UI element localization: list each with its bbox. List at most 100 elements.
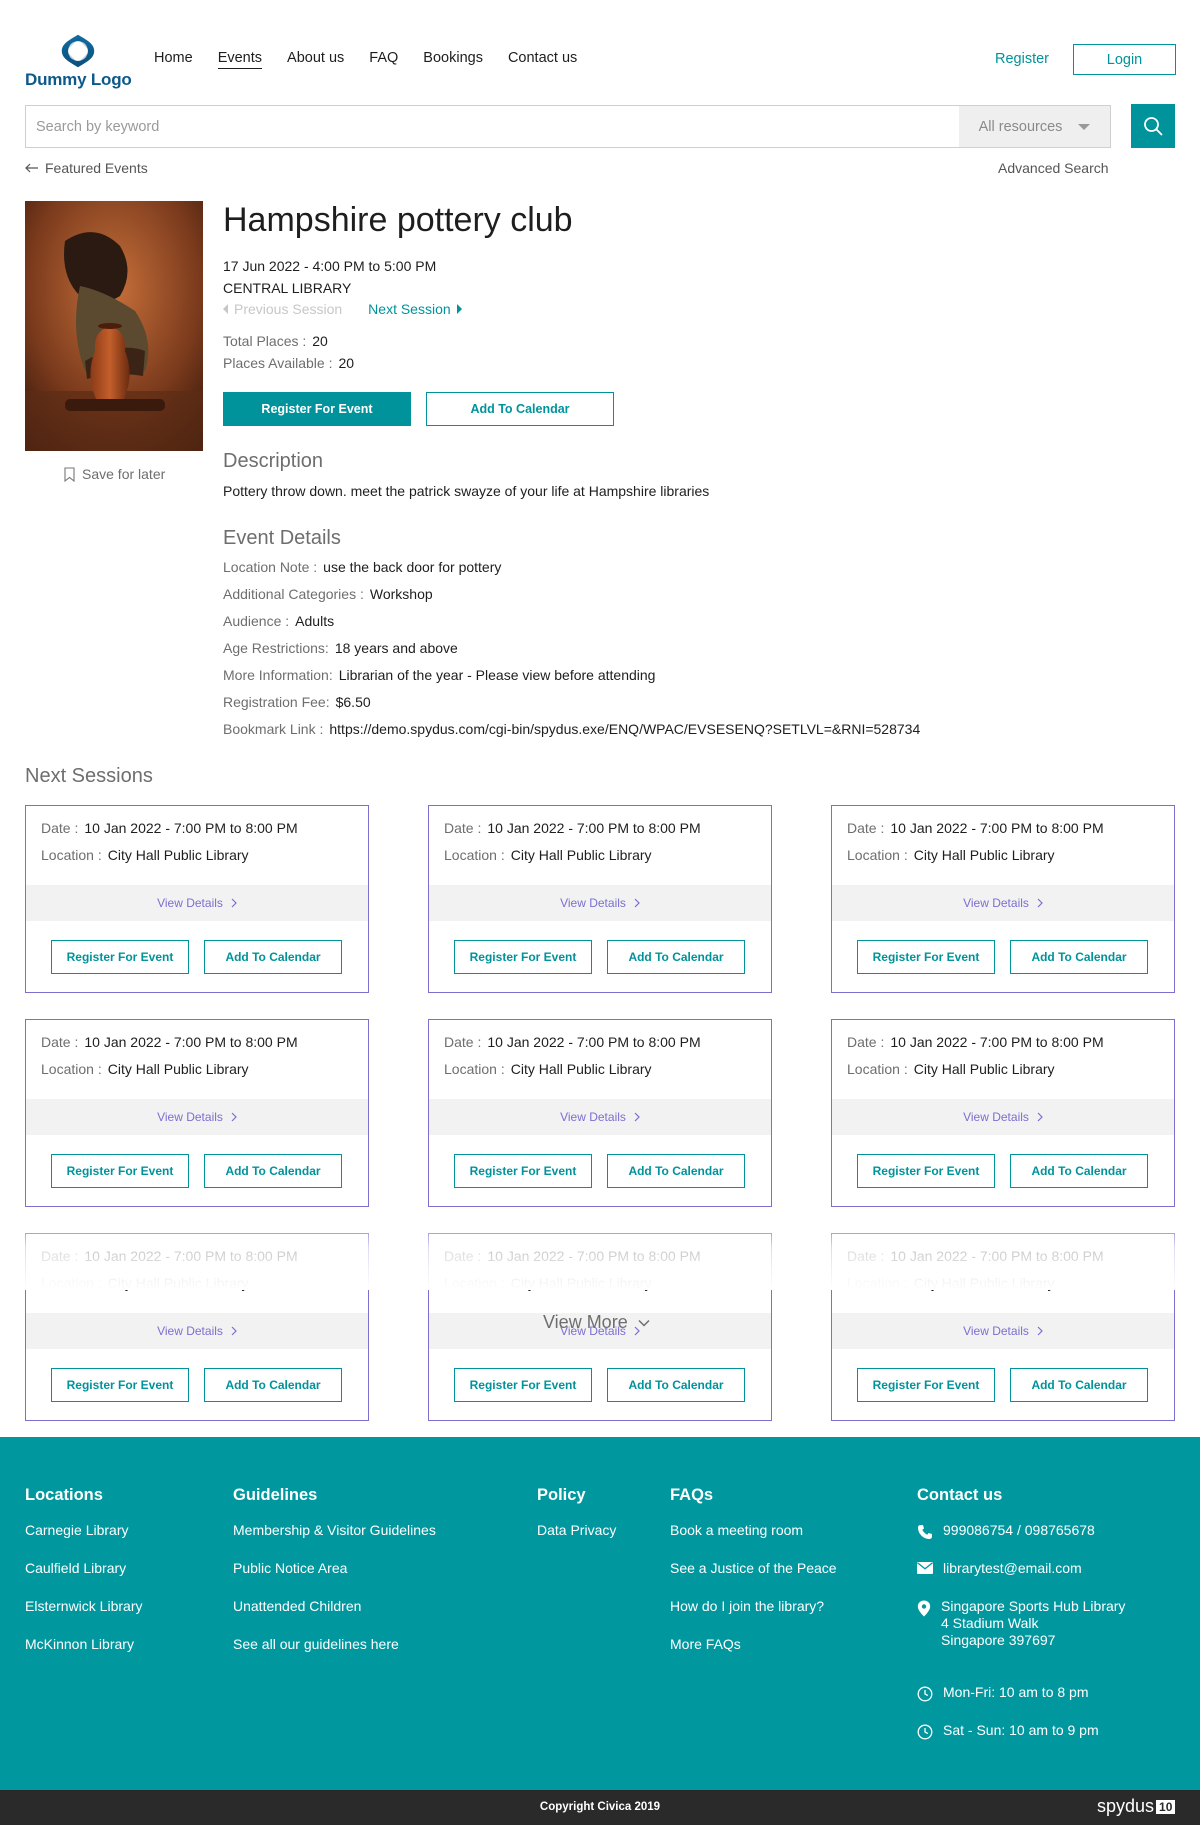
footer-link[interactable]: Unattended Children: [233, 1598, 436, 1636]
view-more-button[interactable]: View More: [543, 1312, 650, 1333]
nav-faq[interactable]: FAQ: [369, 50, 398, 69]
site-logo[interactable]: Dummy Logo: [25, 33, 132, 89]
nav-bookings[interactable]: Bookings: [423, 50, 483, 69]
session-add-to-calendar-button[interactable]: Add To Calendar: [607, 940, 745, 974]
footer-link[interactable]: Elsternwick Library: [25, 1598, 142, 1636]
clock-icon: [917, 1686, 933, 1702]
register-link[interactable]: Register: [995, 51, 1049, 67]
view-details-link[interactable]: View Details: [26, 1313, 368, 1349]
search-icon: [1144, 117, 1163, 136]
nav-events[interactable]: Events: [217, 50, 263, 69]
session-register-button[interactable]: Register For Event: [454, 940, 592, 974]
session-date: Date : 10 Jan 2022 - 7:00 PM to 8:00 PM: [847, 820, 1104, 836]
detail-additional-categories: Additional Categories : Workshop: [223, 586, 920, 613]
session-date-value: 10 Jan 2022 - 7:00 PM to 8:00 PM: [84, 820, 298, 836]
event-details-heading: Event Details: [223, 527, 341, 549]
footer-link[interactable]: Public Notice Area: [233, 1560, 436, 1598]
session-register-button[interactable]: Register For Event: [51, 940, 189, 974]
session-add-to-calendar-button[interactable]: Add To Calendar: [1010, 1154, 1148, 1188]
session-date: Date : 10 Jan 2022 - 7:00 PM to 8:00 PM: [444, 820, 701, 836]
footer-link[interactable]: McKinnon Library: [25, 1636, 142, 1674]
footer-link[interactable]: See all our guidelines here: [233, 1636, 436, 1674]
address-block: Singapore Sports Hub Library 4 Stadium W…: [941, 1598, 1125, 1684]
session-register-button[interactable]: Register For Event: [454, 1368, 592, 1402]
detail-label: Audience :: [223, 613, 290, 629]
nav-about-us[interactable]: About us: [287, 50, 344, 69]
view-details-link[interactable]: View Details: [26, 885, 368, 921]
footer-faqs: FAQs Book a meeting room See a Justice o…: [670, 1486, 837, 1674]
session-date-value: 10 Jan 2022 - 7:00 PM to 8:00 PM: [487, 820, 701, 836]
footer-link[interactable]: How do I join the library?: [670, 1598, 837, 1636]
session-add-to-calendar-button[interactable]: Add To Calendar: [204, 1368, 342, 1402]
session-add-to-calendar-button[interactable]: Add To Calendar: [607, 1154, 745, 1188]
login-button[interactable]: Login: [1073, 44, 1176, 75]
register-for-event-button[interactable]: Register For Event: [223, 392, 411, 426]
session-card: Date : 10 Jan 2022 - 7:00 PM to 8:00 PM Lo…: [25, 805, 369, 993]
resource-scope-select[interactable]: All resources: [959, 106, 1110, 147]
session-register-button[interactable]: Register For Event: [857, 1154, 995, 1188]
view-details-link[interactable]: View Details: [832, 885, 1174, 921]
footer-link[interactable]: Caulfield Library: [25, 1560, 142, 1598]
footer-link[interactable]: See a Justice of the Peace: [670, 1560, 837, 1598]
advanced-search-link[interactable]: Advanced Search: [998, 160, 1109, 176]
next-session-label: Next Session: [368, 301, 451, 317]
back-to-featured-events[interactable]: Featured Events: [25, 160, 148, 176]
session-add-to-calendar-button[interactable]: Add To Calendar: [607, 1368, 745, 1402]
session-date-label: Date :: [41, 820, 79, 836]
hours-weekday: Mon-Fri: 10 am to 8 pm: [917, 1684, 1187, 1722]
view-details-link[interactable]: View Details: [429, 1099, 771, 1135]
footer-guidelines: Guidelines Membership & Visitor Guidelin…: [233, 1486, 436, 1674]
session-add-to-calendar-button[interactable]: Add To Calendar: [204, 940, 342, 974]
view-details-link[interactable]: View Details: [26, 1099, 368, 1135]
session-date-label: Date :: [444, 820, 482, 836]
description-text: Pottery throw down. meet the patrick swa…: [223, 483, 710, 499]
contact-email[interactable]: librarytest@email.com: [917, 1560, 1187, 1598]
session-register-button[interactable]: Register For Event: [857, 940, 995, 974]
description-heading: Description: [223, 450, 324, 472]
search-input[interactable]: [26, 106, 959, 147]
session-date-value: 10 Jan 2022 - 7:00 PM to 8:00 PM: [487, 1034, 701, 1050]
mail-icon: [917, 1562, 933, 1574]
next-session-link[interactable]: Next Session: [368, 301, 462, 317]
search-button[interactable]: [1131, 104, 1175, 148]
footer-link[interactable]: More FAQs: [670, 1636, 837, 1674]
session-location-label: Location :: [847, 1061, 908, 1077]
footer-link[interactable]: Data Privacy: [537, 1522, 616, 1560]
session-register-button[interactable]: Register For Event: [51, 1154, 189, 1188]
detail-audience: Audience : Adults: [223, 613, 920, 640]
bookmark-link-value[interactable]: https://demo.spydus.com/cgi-bin/spydus.e…: [329, 721, 920, 748]
pottery-photo: [25, 201, 203, 451]
session-location-value: City Hall Public Library: [510, 1061, 652, 1077]
session-add-to-calendar-button[interactable]: Add To Calendar: [1010, 940, 1148, 974]
arrow-left-icon: [25, 163, 38, 173]
footer-link[interactable]: Membership & Visitor Guidelines: [233, 1522, 436, 1560]
footer-policy-heading: Policy: [537, 1486, 586, 1504]
session-register-button[interactable]: Register For Event: [857, 1368, 995, 1402]
nav-contact-us[interactable]: Contact us: [508, 50, 577, 69]
session-register-button[interactable]: Register For Event: [51, 1368, 189, 1402]
view-details-link[interactable]: View Details: [832, 1313, 1174, 1349]
total-places-label: Total Places :: [223, 333, 307, 349]
session-date: Date : 10 Jan 2022 - 7:00 PM to 8:00 PM: [41, 820, 298, 836]
back-link-label: Featured Events: [45, 160, 148, 176]
resource-scope-value: All resources: [978, 118, 1063, 135]
view-details-label: View Details: [157, 896, 223, 910]
nav-home[interactable]: Home: [154, 50, 193, 69]
hours-weekend-text: Sat - Sun: 10 am to 9 pm: [943, 1722, 1099, 1738]
total-places: Total Places : 20: [223, 333, 328, 349]
detail-age-restrictions: Age Restrictions: 18 years and above: [223, 640, 920, 667]
session-add-to-calendar-button[interactable]: Add To Calendar: [204, 1154, 342, 1188]
save-for-later[interactable]: Save for later: [64, 466, 165, 482]
session-register-button[interactable]: Register For Event: [454, 1154, 592, 1188]
session-add-to-calendar-button[interactable]: Add To Calendar: [1010, 1368, 1148, 1402]
brand-name: spydus: [1097, 1796, 1155, 1816]
event-title: Hampshire pottery club: [223, 201, 573, 239]
footer-link[interactable]: Book a meeting room: [670, 1522, 837, 1560]
detail-label: More Information:: [223, 667, 333, 683]
view-details-link[interactable]: View Details: [832, 1099, 1174, 1135]
add-to-calendar-button[interactable]: Add To Calendar: [426, 392, 614, 426]
footer-link[interactable]: Carnegie Library: [25, 1522, 142, 1560]
detail-label: Bookmark Link :: [223, 721, 324, 737]
previous-session-link[interactable]: Previous Session: [223, 301, 342, 317]
view-details-link[interactable]: View Details: [429, 885, 771, 921]
